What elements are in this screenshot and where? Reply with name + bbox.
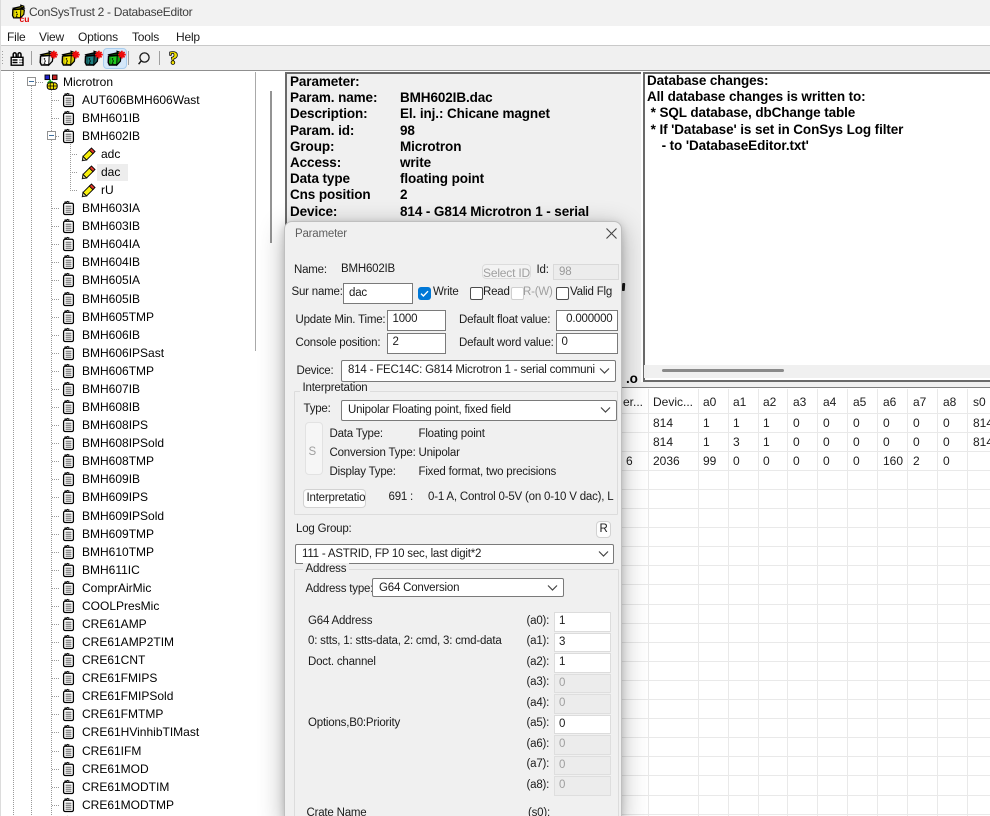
svg-text:cu: cu [20, 14, 30, 23]
